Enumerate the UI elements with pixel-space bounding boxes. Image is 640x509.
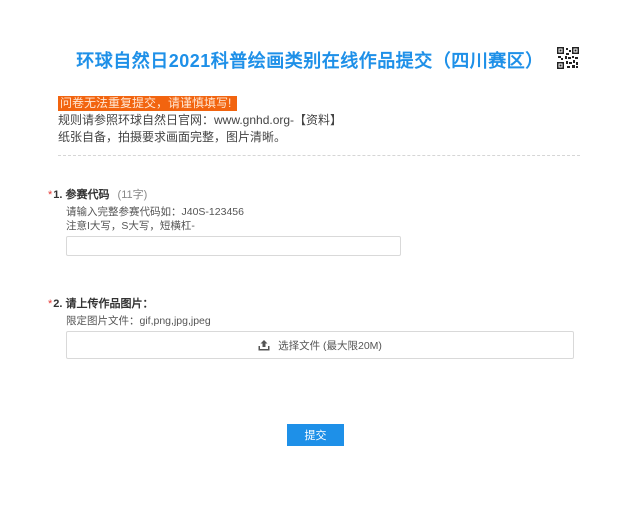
question-label: 参赛代码 [65,189,110,201]
participant-code-input[interactable] [66,236,401,256]
desc-line: 注意I大写，S大写，短横杠- [66,220,195,232]
question-label: 请上传作品图片： [65,298,154,310]
question-number: 2. [53,298,63,310]
question-1-desc: 请输入完整参赛代码如：J40S-123456 注意I大写，S大写，短横杠- [66,205,244,233]
notice-block: 问卷无法重复提交，请谨慎填写! 规则请参照环球自然日官网：www.gnhd.or… [58,95,578,146]
required-mark: * [48,189,53,201]
qr-code-icon[interactable] [557,47,579,69]
question-2-title: *2. 请上传作品图片： [48,295,154,311]
upload-icon [258,339,270,350]
submit-button[interactable]: 提交 [287,424,344,446]
desc-line: 请输入完整参赛代码如：J40S-123456 [66,206,244,218]
char-count-hint: (11字) [117,189,148,201]
upload-label: 选择文件 (最大限20M) [278,339,382,352]
rules-text: 规则请参照环球自然日官网：www.gnhd.org-【资料】 [58,113,343,127]
warning-banner: 问卷无法重复提交，请谨慎填写! [58,96,238,111]
question-1-title: *1. 参赛代码 (11字) [48,186,147,202]
divider [58,155,580,156]
question-2-desc: 限定图片文件：gif,png,jpg,jpeg [66,315,211,327]
page-title: 环球自然日2021科普绘画类别在线作品提交（四川赛区） [76,51,544,71]
required-mark: * [48,298,53,310]
paper-requirement-text: 纸张自备，拍摄要求画面完整，图片清晰。 [58,130,287,144]
file-upload-button[interactable]: 选择文件 (最大限20M) [66,331,574,359]
question-number: 1. [53,189,63,201]
